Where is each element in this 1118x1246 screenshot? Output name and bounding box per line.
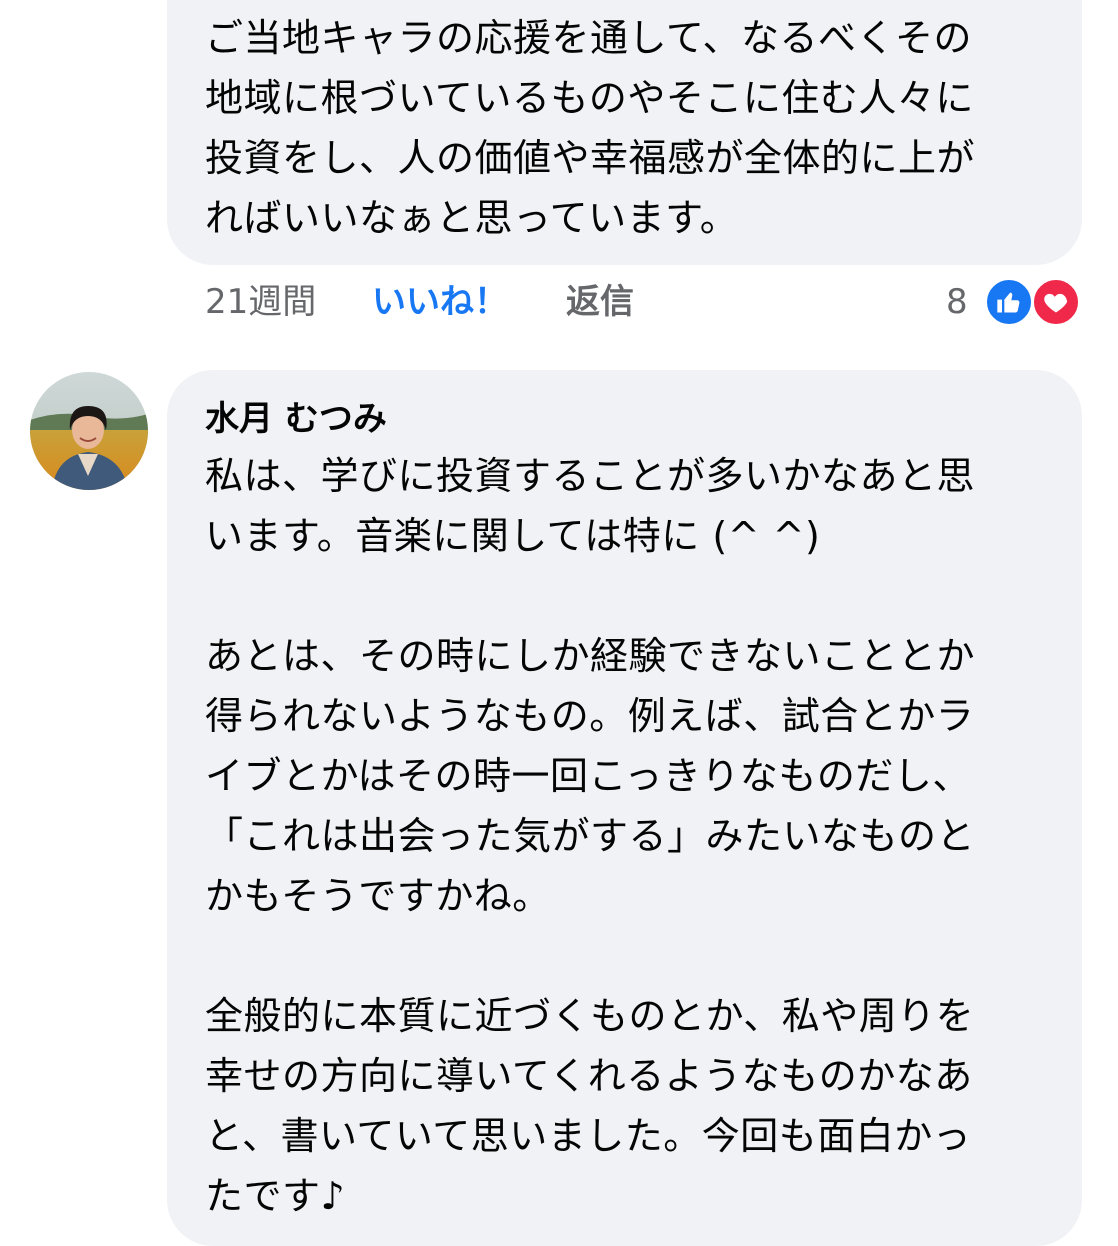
reaction-count[interactable]: 8	[946, 278, 968, 326]
avatar[interactable]	[30, 372, 148, 490]
comment-author[interactable]: 水月 むつみ	[205, 391, 387, 440]
comment-text: 私は、学びに投資することが多いかなあと思 います。音楽に関しては特に (^ ^)…	[205, 454, 976, 1218]
thumbs-up-icon[interactable]	[984, 277, 1034, 327]
heart-icon[interactable]	[1031, 277, 1081, 327]
reply-button[interactable]: 返信	[566, 278, 634, 326]
like-button[interactable]: いいね！	[372, 278, 508, 326]
comment-text: ご当地キャラの応援を通して、なるべくその 地域に根づいているものやそこに住む人々…	[205, 16, 976, 240]
comment-timestamp[interactable]: 21週間	[205, 278, 316, 326]
comment-thread: ご当地キャラの応援を通して、なるべくその 地域に根づいているものやそこに住む人々…	[0, 0, 1118, 1246]
